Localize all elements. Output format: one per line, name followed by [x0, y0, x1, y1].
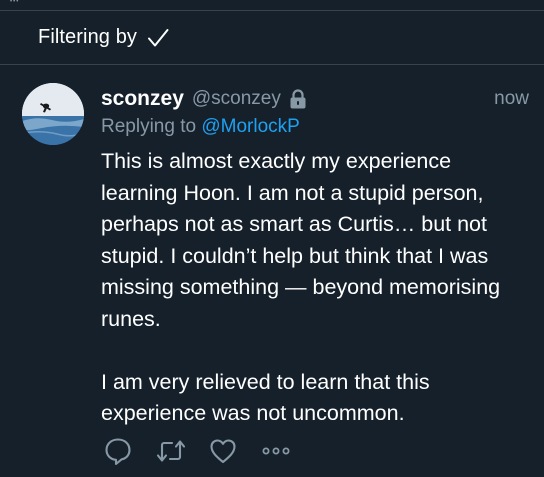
tweet-header: sconzey @sconzey now: [101, 85, 529, 113]
reply-context: Replying to @MorlockP: [101, 116, 300, 138]
top-strip: •••: [0, 0, 544, 10]
tweet-actions: [102, 435, 302, 469]
reply-button[interactable]: [102, 435, 134, 467]
user-handle[interactable]: @sconzey: [192, 88, 281, 110]
reply-icon: [103, 436, 133, 466]
retweet-icon: [155, 436, 187, 466]
tweet-text: This is almost exactly my experience lea…: [101, 146, 533, 430]
filter-label: Filtering by: [38, 25, 138, 48]
display-name[interactable]: sconzey: [101, 87, 184, 111]
grip-dots-icon: •••: [10, 0, 20, 5]
lock-icon: [289, 89, 307, 109]
like-button[interactable]: [207, 435, 239, 467]
tweet-timestamp[interactable]: now: [494, 88, 529, 110]
filter-bar[interactable]: Filtering by: [0, 11, 544, 63]
tweet-paragraph: This is almost exactly my experience lea…: [101, 149, 501, 331]
app-frame: ••• Filtering by sconzey @sconzey now Re…: [0, 0, 544, 477]
reply-to-link[interactable]: @MorlockP: [201, 116, 299, 137]
reply-prefix: Replying to: [101, 116, 197, 137]
heart-icon: [208, 436, 238, 466]
more-options-button[interactable]: [260, 435, 292, 467]
avatar[interactable]: [22, 83, 84, 145]
more-icon: [261, 445, 291, 457]
avatar-image: [22, 83, 84, 145]
retweet-button[interactable]: [155, 435, 187, 467]
tweet-paragraph: I am very relieved to learn that this ex…: [101, 369, 430, 426]
tweet[interactable]: sconzey @sconzey now Replying to @Morloc…: [0, 65, 544, 477]
checkmark-icon: [147, 27, 169, 49]
